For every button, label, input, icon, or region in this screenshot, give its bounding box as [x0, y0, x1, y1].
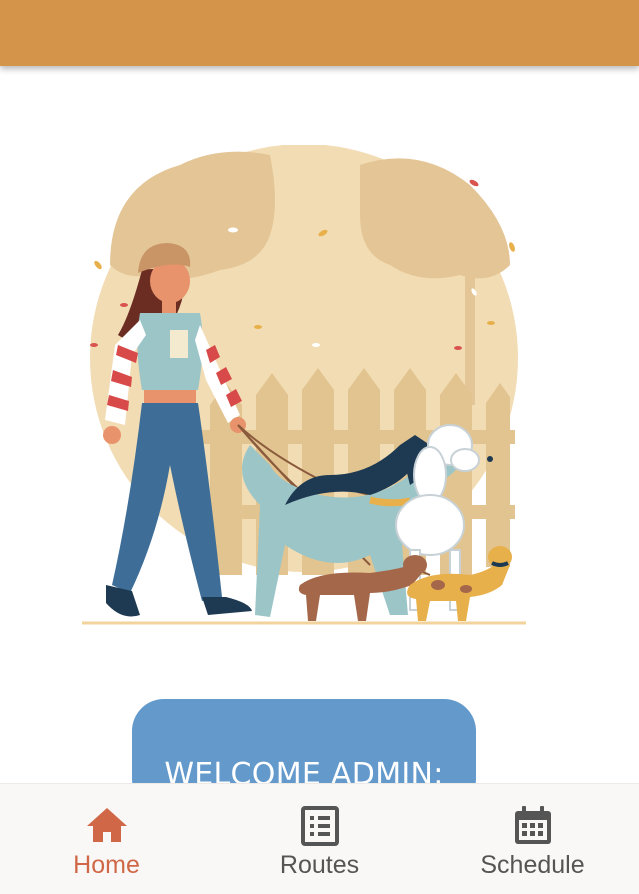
- app-bar: [0, 0, 639, 66]
- tree-left: [110, 151, 275, 279]
- nav-label-schedule: Schedule: [480, 851, 585, 879]
- nav-item-schedule[interactable]: Schedule: [426, 784, 639, 894]
- hero-illustration: [82, 145, 526, 625]
- home-icon: [86, 808, 127, 842]
- tree-right: [360, 158, 510, 279]
- nav-item-home[interactable]: Home: [0, 784, 213, 894]
- nav-item-routes[interactable]: Routes: [213, 784, 426, 894]
- nav-label-routes: Routes: [279, 851, 360, 879]
- list-icon: [300, 806, 339, 846]
- nav-label-home: Home: [73, 851, 140, 879]
- calendar-icon: [514, 806, 551, 844]
- bottom-navigation: Home Routes Schedule: [0, 783, 639, 894]
